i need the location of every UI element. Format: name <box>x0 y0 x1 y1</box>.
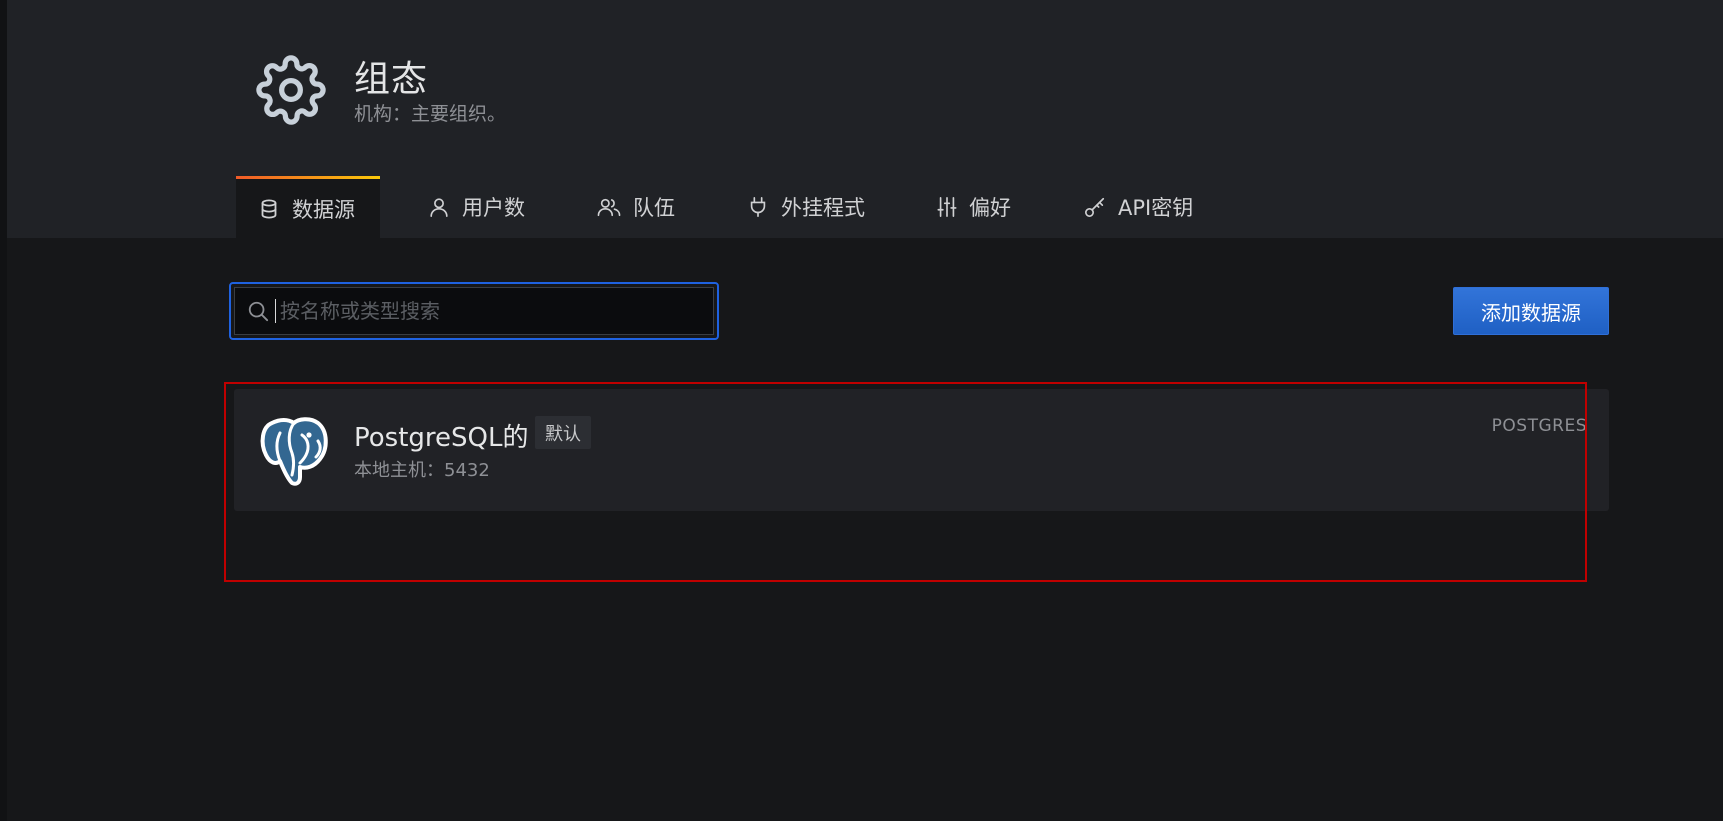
datasource-card[interactable]: PostgreSQL的 默认 本地主机：5432 POSTGRES <box>234 389 1609 511</box>
plug-icon <box>749 196 767 218</box>
search-box <box>234 287 714 335</box>
postgresql-elephant-icon <box>258 413 330 487</box>
gear-icon <box>256 55 326 125</box>
tab-preferences[interactable]: 偏好 <box>865 176 1011 238</box>
datasource-name: PostgreSQL的 <box>354 423 529 453</box>
search-input[interactable] <box>276 298 713 324</box>
user-icon <box>428 196 450 218</box>
tab-plugins[interactable]: 外挂程式 <box>675 176 865 238</box>
tab-label: 数据源 <box>292 197 355 222</box>
tab-users[interactable]: 用户数 <box>380 176 525 238</box>
key-icon <box>1084 196 1106 218</box>
tab-label: API密钥 <box>1118 196 1194 220</box>
tab-label: 偏好 <box>969 196 1011 220</box>
tab-datasources[interactable]: 数据源 <box>236 176 380 238</box>
tab-api-keys[interactable]: API密钥 <box>1011 176 1193 238</box>
search-icon <box>247 300 269 322</box>
sliders-icon <box>937 196 957 218</box>
datasource-type: POSTGRES <box>1491 416 1587 436</box>
users-icon <box>597 196 621 218</box>
add-datasource-button[interactable]: 添加数据源 <box>1453 287 1609 335</box>
default-badge: 默认 <box>535 416 591 449</box>
page-title: 组态 <box>354 59 429 100</box>
search-field <box>229 282 719 340</box>
tab-label: 队伍 <box>633 196 675 220</box>
datasource-url: 本地主机：5432 <box>354 460 490 481</box>
tab-teams[interactable]: 队伍 <box>525 176 675 238</box>
page-subtitle: 机构：主要组织。 <box>354 103 507 125</box>
database-icon <box>260 199 278 219</box>
tab-bar: 数据源 用户数 队伍 外挂程式 偏好 API密钥 <box>236 176 1193 238</box>
left-edge-strip <box>0 0 7 821</box>
tab-label: 用户数 <box>462 196 525 220</box>
tab-label: 外挂程式 <box>781 196 865 220</box>
